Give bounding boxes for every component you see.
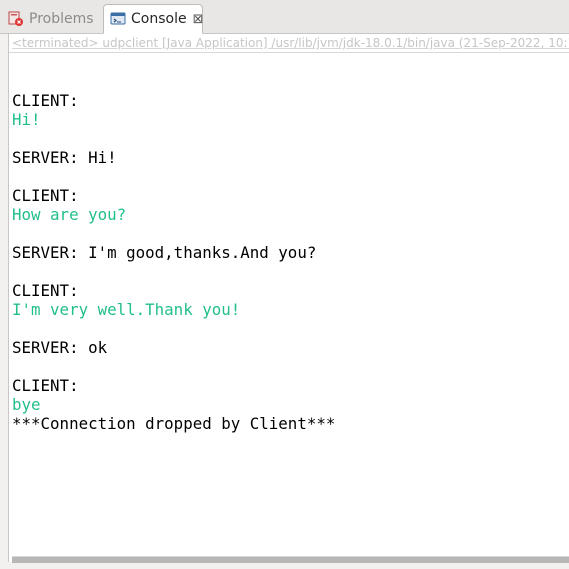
view-tab-bar: Problems Console ⊠ [0,0,569,34]
console-output-line: CLIENT: [12,91,79,110]
tab-console-label: Console [131,11,187,27]
console-output-line: SERVER: Hi! [12,148,117,167]
console-input-line: How are you? [12,205,127,224]
console-icon [110,11,126,27]
console-output-line [12,262,569,281]
console-output-line [12,357,569,376]
console-view: Problems Console ⊠ <terminated> udpclien… [0,0,569,569]
problems-icon [8,11,24,27]
console-output[interactable]: CLIENT: Hi! SERVER: Hi! CLIENT: How are you?… [9,53,569,433]
tab-problems[interactable]: Problems [8,4,103,34]
close-icon[interactable]: ⊠ [193,13,204,26]
console-input-line: Hi! [12,110,41,129]
console-output-line: CLIENT: [12,281,79,300]
tab-problems-label: Problems [29,11,94,27]
console-output-line [12,167,569,186]
console-output-line [12,224,569,243]
console-input-line: I'm very well.Thank you! [12,300,241,319]
console-output-line [12,319,569,338]
console-output-line: ***Connection dropped by Client*** [12,414,336,433]
horizontal-scrollbar[interactable] [12,556,569,563]
console-panel[interactable]: <terminated> udpclient [Java Application… [8,34,569,562]
console-input-line: bye [12,395,41,414]
console-output-line [12,129,569,148]
console-output-line: SERVER: ok [12,338,108,357]
console-output-line: SERVER: I'm good,thanks.And you? [12,243,317,262]
console-output-line: CLIENT: [12,186,79,205]
console-output-line: CLIENT: [12,376,79,395]
tab-console[interactable]: Console ⊠ [103,4,203,34]
console-process-label: <terminated> udpclient [Java Application… [9,34,569,53]
